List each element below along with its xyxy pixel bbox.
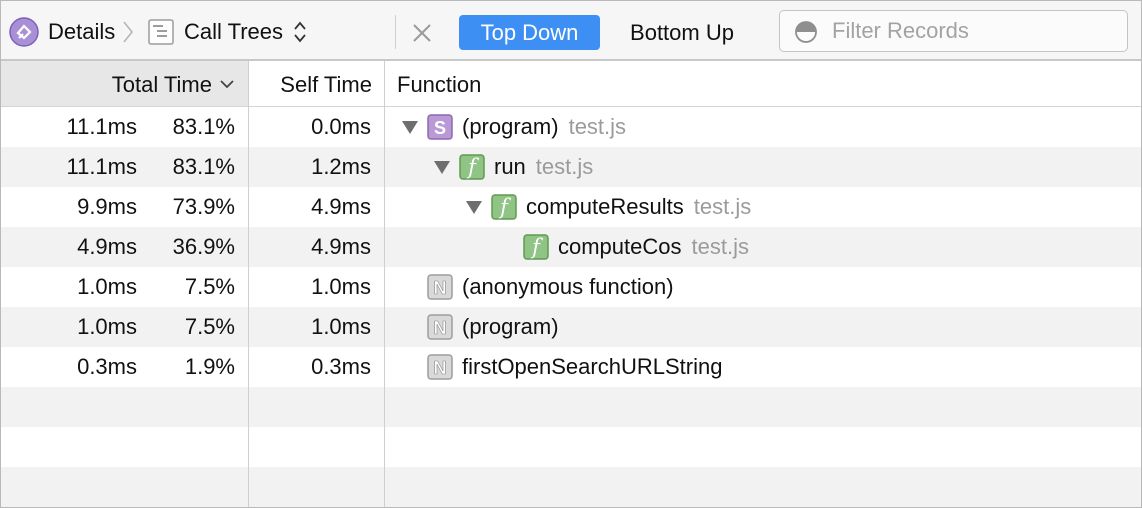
- column-header-function[interactable]: Function: [397, 61, 481, 106]
- toolbar-divider: [395, 15, 396, 49]
- icon-letter: S: [434, 118, 446, 138]
- function-name: (program): [462, 114, 559, 139]
- filter-icon: [795, 21, 817, 43]
- function-cell: computeCos test.js: [558, 227, 749, 267]
- self-time: 1.0ms: [311, 274, 371, 299]
- function-name: computeCos: [558, 234, 682, 259]
- table-row[interactable]: 0.3ms 1.9% 0.3ms NfirstOpenSearchURLString: [1, 347, 1141, 387]
- total-time-ms: 9.9ms: [77, 194, 137, 219]
- function-cell: (program) test.js: [462, 107, 626, 147]
- function-icon: f: [523, 234, 549, 260]
- bottom-up-button[interactable]: Bottom Up: [611, 15, 753, 50]
- function-cell: (program): [462, 307, 559, 347]
- native-icon: N: [427, 354, 453, 380]
- empty-row: [1, 427, 1141, 467]
- column-header-self-time[interactable]: Self Time: [249, 61, 384, 106]
- breadcrumb-call-trees[interactable]: Call Trees: [184, 17, 283, 47]
- call-tree-icon: [148, 19, 174, 45]
- self-time: 1.0ms: [311, 314, 371, 339]
- table-row[interactable]: 9.9ms 73.9% 4.9ms f computeResults test.js: [1, 187, 1141, 227]
- function-name: (anonymous function): [462, 274, 674, 299]
- function-name: (program): [462, 314, 559, 339]
- source-file-link[interactable]: test.js: [536, 154, 593, 179]
- icon-letter: N: [434, 278, 447, 298]
- disclosure-triangle-icon[interactable]: [465, 199, 483, 215]
- table-row[interactable]: 11.1ms 83.1% 0.0ms S (program) test.js: [1, 107, 1141, 147]
- icon-letter: N: [434, 318, 447, 338]
- column-divider: [384, 61, 385, 507]
- source-file-link[interactable]: test.js: [692, 234, 749, 259]
- filter-records-input[interactable]: Filter Records: [779, 10, 1128, 52]
- column-divider: [248, 61, 249, 507]
- breadcrumb-details[interactable]: Details: [48, 17, 115, 47]
- filter-placeholder: Filter Records: [832, 18, 969, 43]
- close-icon[interactable]: [410, 21, 434, 45]
- total-time-ms: 11.1ms: [66, 154, 137, 179]
- total-time-ms: 11.1ms: [66, 114, 137, 139]
- script-icon: S: [427, 114, 453, 140]
- function-name: run: [494, 154, 526, 179]
- function-label: Function: [397, 72, 482, 97]
- function-icon: f: [491, 194, 517, 220]
- function-cell: computeResults test.js: [526, 187, 751, 227]
- function-icon: f: [459, 154, 485, 180]
- total-time-label: Total Time: [111, 72, 212, 97]
- column-header-total-time[interactable]: Total Time: [1, 61, 248, 106]
- total-time-ms: 4.9ms: [77, 234, 137, 259]
- total-time-percent: 73.9%: [172, 194, 235, 219]
- top-down-button[interactable]: Top Down: [459, 15, 600, 50]
- self-time: 4.9ms: [311, 234, 371, 259]
- timeline-tab-icon[interactable]: [9, 17, 39, 47]
- native-icon: N: [427, 314, 453, 340]
- call-tree-panel: Details Call Trees Top Down Bottom Up Fi…: [0, 0, 1142, 508]
- total-time-ms: 1.0ms: [77, 314, 137, 339]
- total-time-percent: 36.9%: [172, 234, 235, 259]
- function-cell: firstOpenSearchURLString: [462, 347, 722, 387]
- table-row[interactable]: 11.1ms 83.1% 1.2ms f run test.js: [1, 147, 1141, 187]
- chevron-right-icon: [123, 21, 134, 43]
- total-time-ms: 1.0ms: [77, 274, 137, 299]
- self-time: 0.3ms: [311, 354, 371, 379]
- self-time: 0.0ms: [311, 114, 371, 139]
- function-name: computeResults: [526, 194, 684, 219]
- self-time-label: Self Time: [280, 72, 372, 97]
- updown-chevron-icon[interactable]: [293, 20, 307, 44]
- native-icon: N: [427, 274, 453, 300]
- self-time: 4.9ms: [311, 194, 371, 219]
- function-cell: (anonymous function): [462, 267, 674, 307]
- icon-letter: N: [434, 358, 447, 378]
- table-row[interactable]: 4.9ms 36.9% 4.9ms f computeCos test.js: [1, 227, 1141, 267]
- column-header-row: Total Time Self Time Function: [1, 61, 1141, 107]
- disclosure-triangle-icon[interactable]: [433, 159, 451, 175]
- sort-descending-icon: [220, 80, 234, 89]
- empty-row: [1, 387, 1141, 427]
- source-file-link[interactable]: test.js: [569, 114, 626, 139]
- total-time-percent: 83.1%: [172, 154, 235, 179]
- function-cell: run test.js: [494, 147, 593, 187]
- table-row[interactable]: 1.0ms 7.5% 1.0ms N (program): [1, 307, 1141, 347]
- total-time-percent: 83.1%: [172, 114, 235, 139]
- function-name: firstOpenSearchURLString: [462, 354, 723, 379]
- total-time-percent: 7.5%: [184, 274, 235, 299]
- disclosure-triangle-icon[interactable]: [401, 119, 419, 135]
- total-time-percent: 1.9%: [184, 354, 235, 379]
- toolbar: Details Call Trees Top Down Bottom Up Fi…: [1, 1, 1141, 61]
- source-file-link[interactable]: test.js: [694, 194, 751, 219]
- call-tree-table: 11.1ms 83.1% 0.0ms S (program) test.js 11.1ms 8…: [1, 107, 1141, 507]
- self-time: 1.2ms: [311, 154, 371, 179]
- table-row[interactable]: 1.0ms 7.5% 1.0ms N (anonymous function): [1, 267, 1141, 307]
- empty-row: [1, 467, 1141, 507]
- total-time-ms: 0.3ms: [77, 354, 137, 379]
- total-time-percent: 7.5%: [184, 314, 235, 339]
